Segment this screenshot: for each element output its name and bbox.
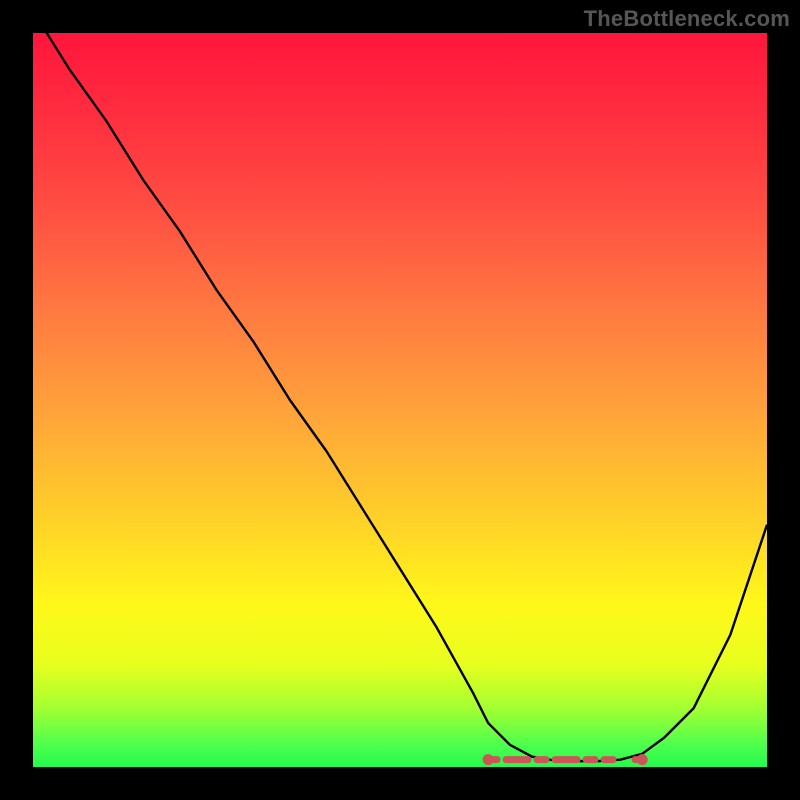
plot-area (33, 33, 767, 767)
optimal-range-marker (33, 33, 767, 767)
chart-frame: TheBottleneck.com (0, 0, 800, 800)
watermark-text: TheBottleneck.com (584, 6, 790, 32)
